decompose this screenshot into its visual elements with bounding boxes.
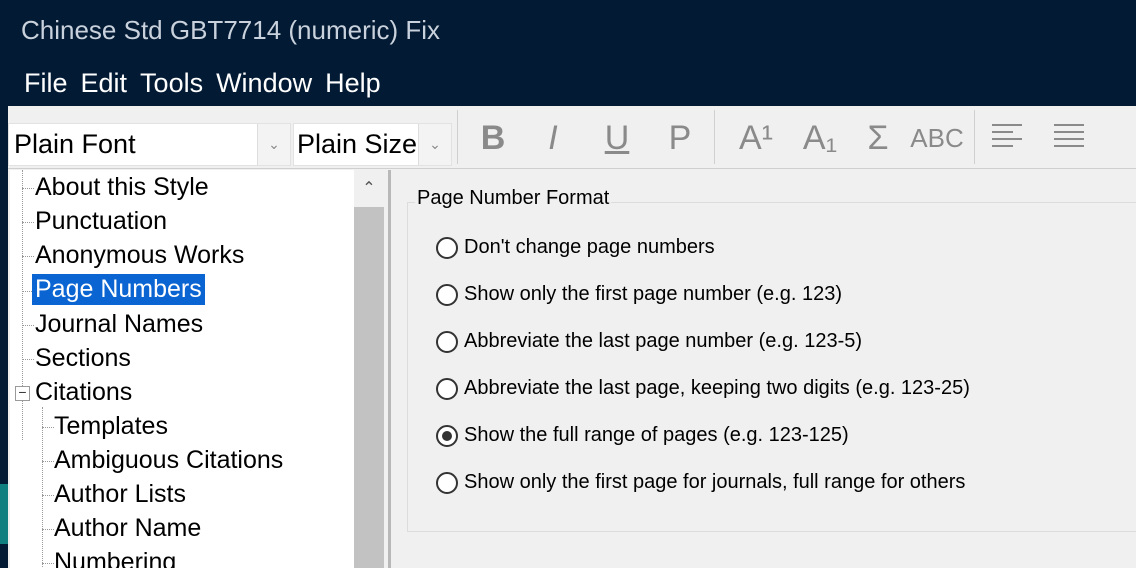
toolbar-separator: [974, 110, 975, 164]
tree-item-punctuation[interactable]: Punctuation: [32, 206, 170, 237]
tree-item-numbering[interactable]: Numbering: [51, 547, 179, 568]
underline-button[interactable]: U: [600, 116, 634, 160]
option-dont-change[interactable]: Don't change page numbers: [436, 236, 715, 259]
menu-bar: File Edit Tools Window Help: [0, 60, 1136, 106]
size-combo-value: Plain Size: [297, 129, 418, 159]
tree-item-templates[interactable]: Templates: [51, 411, 171, 442]
option-label: Abbreviate the last page number (e.g. 12…: [464, 330, 863, 352]
chevron-down-icon[interactable]: ⌄: [257, 124, 290, 165]
plain-button[interactable]: P: [665, 116, 695, 160]
tree-item-journal-names[interactable]: Journal Names: [32, 309, 206, 340]
toolbar-separator: [457, 110, 458, 164]
tree-item-ambiguous-citations[interactable]: Ambiguous Citations: [51, 445, 286, 476]
tree-item-page-numbers[interactable]: Page Numbers: [32, 274, 205, 305]
toolbar-separator: [714, 110, 715, 164]
group-title: Page Number Format: [415, 187, 612, 210]
bold-button[interactable]: B: [478, 116, 508, 160]
menu-tools[interactable]: Tools: [140, 68, 203, 99]
tree-item-author-name[interactable]: Author Name: [51, 513, 204, 544]
edge-accent: [0, 484, 8, 544]
window-title: Chinese Std GBT7714 (numeric) Fix: [0, 0, 1136, 60]
option-first-page-journals[interactable]: Show only the first page for journals, f…: [436, 471, 965, 494]
tree-item-citations[interactable]: Citations: [32, 377, 135, 408]
style-tree: About this Style Punctuation Anonymous W…: [10, 170, 354, 568]
radio-button[interactable]: [436, 330, 458, 353]
menu-window[interactable]: Window: [216, 68, 312, 99]
subscript-button[interactable]: A₁: [795, 116, 845, 160]
option-abbreviate-last[interactable]: Abbreviate the last page number (e.g. 12…: [436, 330, 862, 353]
option-label: Show the full range of pages (e.g. 123-1…: [464, 424, 849, 446]
collapse-icon[interactable]: −: [15, 385, 30, 401]
tree-guide: [42, 407, 43, 568]
radio-button[interactable]: [436, 236, 458, 259]
format-toolbar: Plain Font ⌄ Plain Size ⌄ B I U P A¹ A₁ …: [8, 106, 1136, 169]
menu-file[interactable]: File: [24, 68, 68, 99]
chevron-down-icon[interactable]: ⌄: [418, 124, 451, 165]
menu-edit[interactable]: Edit: [81, 68, 128, 99]
italic-button[interactable]: I: [538, 116, 568, 160]
tree-scrollbar[interactable]: ⌃: [354, 170, 384, 568]
option-label: Abbreviate the last page, keeping two di…: [464, 377, 970, 399]
option-full-range[interactable]: Show the full range of pages (e.g. 123-1…: [436, 424, 849, 447]
option-label: Show only the first page for journals, f…: [464, 471, 966, 493]
option-label: Show only the first page number (e.g. 12…: [464, 283, 842, 305]
tree-item-about[interactable]: About this Style: [32, 172, 212, 203]
editor-client: Plain Font ⌄ Plain Size ⌄ B I U P A¹ A₁ …: [8, 106, 1136, 568]
symbol-button[interactable]: Σ: [858, 116, 898, 160]
align-justify-icon[interactable]: [1052, 116, 1086, 160]
tree-item-anonymous-works[interactable]: Anonymous Works: [32, 240, 247, 271]
font-combo-value: Plain Font: [14, 129, 136, 159]
scroll-up-icon[interactable]: ⌃: [354, 170, 384, 207]
radio-button[interactable]: [436, 471, 458, 494]
radio-button-selected[interactable]: [436, 424, 458, 447]
settings-panel: Page Number Format Don't change page num…: [391, 170, 1136, 568]
size-combo[interactable]: Plain Size ⌄: [293, 123, 452, 166]
small-caps-button[interactable]: ABC: [908, 116, 966, 160]
radio-button[interactable]: [436, 283, 458, 306]
option-label: Don't change page numbers: [464, 236, 715, 258]
scroll-thumb[interactable]: [354, 207, 384, 568]
radio-button[interactable]: [436, 377, 458, 400]
option-first-page-only[interactable]: Show only the first page number (e.g. 12…: [436, 283, 842, 306]
font-combo[interactable]: Plain Font ⌄: [8, 123, 291, 166]
menu-help[interactable]: Help: [325, 68, 381, 99]
tree-item-author-lists[interactable]: Author Lists: [51, 479, 189, 510]
option-abbreviate-two-digits[interactable]: Abbreviate the last page, keeping two di…: [436, 377, 970, 400]
tree-item-sections[interactable]: Sections: [32, 343, 134, 374]
align-left-icon[interactable]: [990, 116, 1024, 160]
superscript-button[interactable]: A¹: [731, 116, 781, 160]
left-window-edge: [0, 106, 8, 568]
